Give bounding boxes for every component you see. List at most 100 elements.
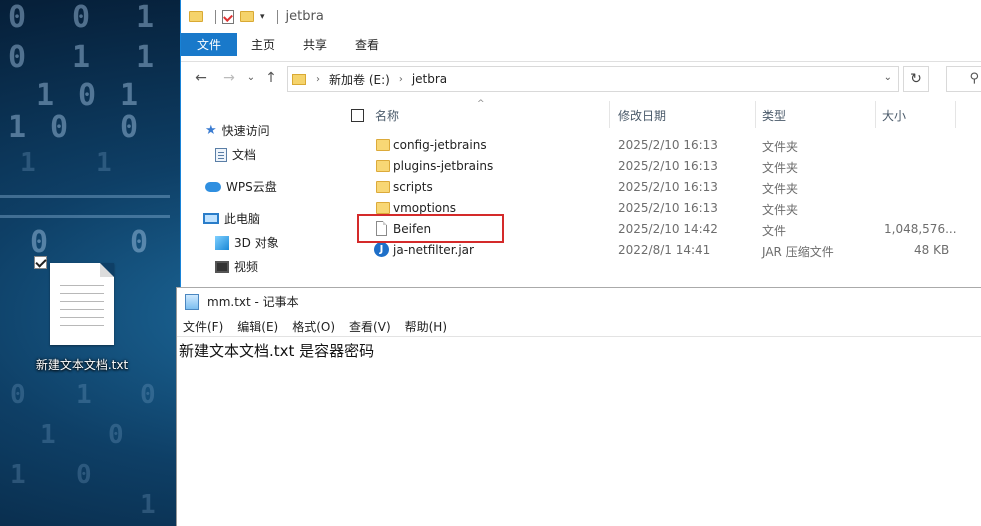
- video-icon: [215, 260, 229, 273]
- file-row[interactable]: plugins-jetbrains 2025/2/10 16:13 文件夹: [351, 156, 981, 177]
- breadcrumb-drive[interactable]: 新加卷 (E:): [329, 71, 390, 88]
- menu-file[interactable]: 文件(F): [183, 318, 223, 335]
- nav-quick-access[interactable]: ★ 快速访问: [205, 122, 270, 139]
- desktop-icon-label[interactable]: 新建文本文档.txt: [28, 356, 136, 373]
- bg-digit: 0: [130, 225, 149, 260]
- bg-digit: 0: [10, 380, 26, 410]
- nav-label: 视频: [234, 260, 259, 274]
- window-title: mm.txt - 记事本: [207, 295, 299, 309]
- bg-digit: 1: [140, 490, 156, 520]
- bg-digit: 1: [20, 148, 36, 178]
- search-icon: ⚲: [969, 71, 979, 86]
- file-modified: 2025/2/10 16:13: [618, 180, 718, 194]
- chevron-right-icon[interactable]: ›: [399, 74, 403, 85]
- properties-icon[interactable]: [222, 9, 234, 24]
- menu-format[interactable]: 格式(O): [292, 318, 335, 335]
- bg-digit: 0: [8, 40, 27, 75]
- star-icon: ★: [205, 123, 217, 138]
- file-name: plugins-jetbrains: [393, 159, 494, 173]
- file-type: JAR 压缩文件: [762, 245, 834, 259]
- bg-digit: 0: [50, 110, 69, 145]
- menu-help[interactable]: 帮助(H): [405, 318, 447, 335]
- column-header-name[interactable]: 名称: [375, 98, 399, 133]
- file-row[interactable]: config-jetbrains 2025/2/10 16:13 文件夹: [351, 135, 981, 156]
- column-divider[interactable]: [609, 101, 610, 128]
- back-arrow-icon[interactable]: ←: [189, 70, 213, 86]
- new-folder-icon[interactable]: [240, 11, 254, 22]
- text-editor[interactable]: 新建文本文档.txt 是容器密码: [177, 336, 981, 526]
- menu-edit[interactable]: 编辑(E): [237, 318, 278, 335]
- cloud-icon: [205, 181, 221, 192]
- file-type: 文件夹: [762, 203, 799, 217]
- file-row[interactable]: scripts 2025/2/10 16:13 文件夹: [351, 177, 981, 198]
- file-type: 文件夹: [762, 161, 799, 175]
- file-name: config-jetbrains: [393, 138, 487, 152]
- file-type: 文件夹: [762, 182, 799, 196]
- folder-icon: [292, 73, 306, 85]
- chevron-down-icon[interactable]: ⌄: [884, 72, 892, 83]
- ribbon-tabs: 文件 主页 共享 查看: [181, 33, 981, 56]
- folder-icon: [376, 160, 390, 172]
- file-modified: 2025/2/10 16:13: [618, 159, 718, 173]
- nav-this-pc[interactable]: 此电脑: [203, 210, 260, 227]
- desktop-icon-checkbox[interactable]: [34, 256, 47, 269]
- file-name: ja-netfilter.jar: [393, 243, 474, 257]
- bg-digit: 1: [136, 0, 155, 35]
- nav-label: 此电脑: [224, 212, 261, 226]
- file-name: vmoptions: [393, 201, 456, 215]
- bg-digit: 1: [96, 148, 112, 178]
- title-bar: mm.txt - 记事本: [177, 288, 981, 315]
- folder-icon: [376, 181, 390, 193]
- folder-icon: [189, 11, 203, 22]
- tab-home[interactable]: 主页: [237, 33, 289, 56]
- document-icon: [215, 147, 227, 162]
- column-header-size[interactable]: 大小: [882, 98, 906, 133]
- title-bar: ▾ jetbra: [181, 0, 981, 33]
- column-divider[interactable]: [755, 101, 756, 128]
- refresh-button[interactable]: ↻: [903, 66, 929, 92]
- bg-digit: 0: [78, 78, 97, 113]
- column-header-type[interactable]: 类型: [762, 98, 786, 133]
- address-bar[interactable]: › 新加卷 (E:) › jetbra ⌄: [287, 66, 899, 92]
- tab-view[interactable]: 查看: [341, 33, 393, 56]
- text-file-icon[interactable]: [50, 263, 114, 345]
- bg-digit: 1: [8, 110, 27, 145]
- folder-icon: [376, 202, 390, 214]
- nav-label: 3D 对象: [234, 236, 279, 250]
- bg-digit: 1: [40, 420, 56, 450]
- file-explorer-window: ▾ jetbra 文件 主页 共享 查看 ← → ⌄ ↑ › 新加卷 (E:) …: [180, 0, 981, 287]
- file-size: 1,048,576...: [884, 222, 957, 236]
- jar-icon: J: [374, 242, 389, 257]
- bg-digit: 0: [72, 0, 91, 35]
- file-row[interactable]: J ja-netfilter.jar 2022/8/1 14:41 JAR 压缩…: [351, 240, 981, 261]
- bg-line: [0, 215, 170, 218]
- nav-wps-cloud[interactable]: WPS云盘: [205, 178, 277, 195]
- tab-share[interactable]: 共享: [289, 33, 341, 56]
- nav-documents[interactable]: 文档: [215, 146, 256, 163]
- editor-content: 新建文本文档.txt 是容器密码: [179, 342, 375, 360]
- nav-videos[interactable]: 视频: [215, 258, 258, 275]
- up-arrow-icon[interactable]: ↑: [259, 70, 283, 86]
- column-divider[interactable]: [875, 101, 876, 128]
- file-name: scripts: [393, 180, 433, 194]
- chevron-right-icon[interactable]: ›: [316, 74, 320, 85]
- breadcrumb-folder[interactable]: jetbra: [412, 72, 447, 86]
- bg-digit: 0: [140, 380, 156, 410]
- column-header-modified[interactable]: 修改日期: [618, 98, 666, 133]
- file-size: 48 KB: [914, 243, 950, 257]
- tab-file[interactable]: 文件: [181, 33, 238, 56]
- bg-digit: 1: [36, 78, 55, 113]
- customize-quick-access-icon[interactable]: ▾: [260, 12, 265, 22]
- folder-icon: [376, 139, 390, 151]
- select-all-checkbox[interactable]: [351, 109, 364, 122]
- notepad-icon: [185, 293, 199, 310]
- bg-digit: 1: [120, 78, 139, 113]
- forward-arrow-icon[interactable]: →: [217, 70, 241, 86]
- window-title: jetbra: [285, 9, 324, 24]
- file-modified: 2025/2/10 16:13: [618, 201, 718, 215]
- column-divider[interactable]: [955, 101, 956, 128]
- menu-view[interactable]: 查看(V): [349, 318, 391, 335]
- bg-digit: 0: [108, 420, 124, 450]
- search-box[interactable]: ⚲: [946, 66, 981, 92]
- nav-3d-objects[interactable]: 3D 对象: [215, 234, 279, 251]
